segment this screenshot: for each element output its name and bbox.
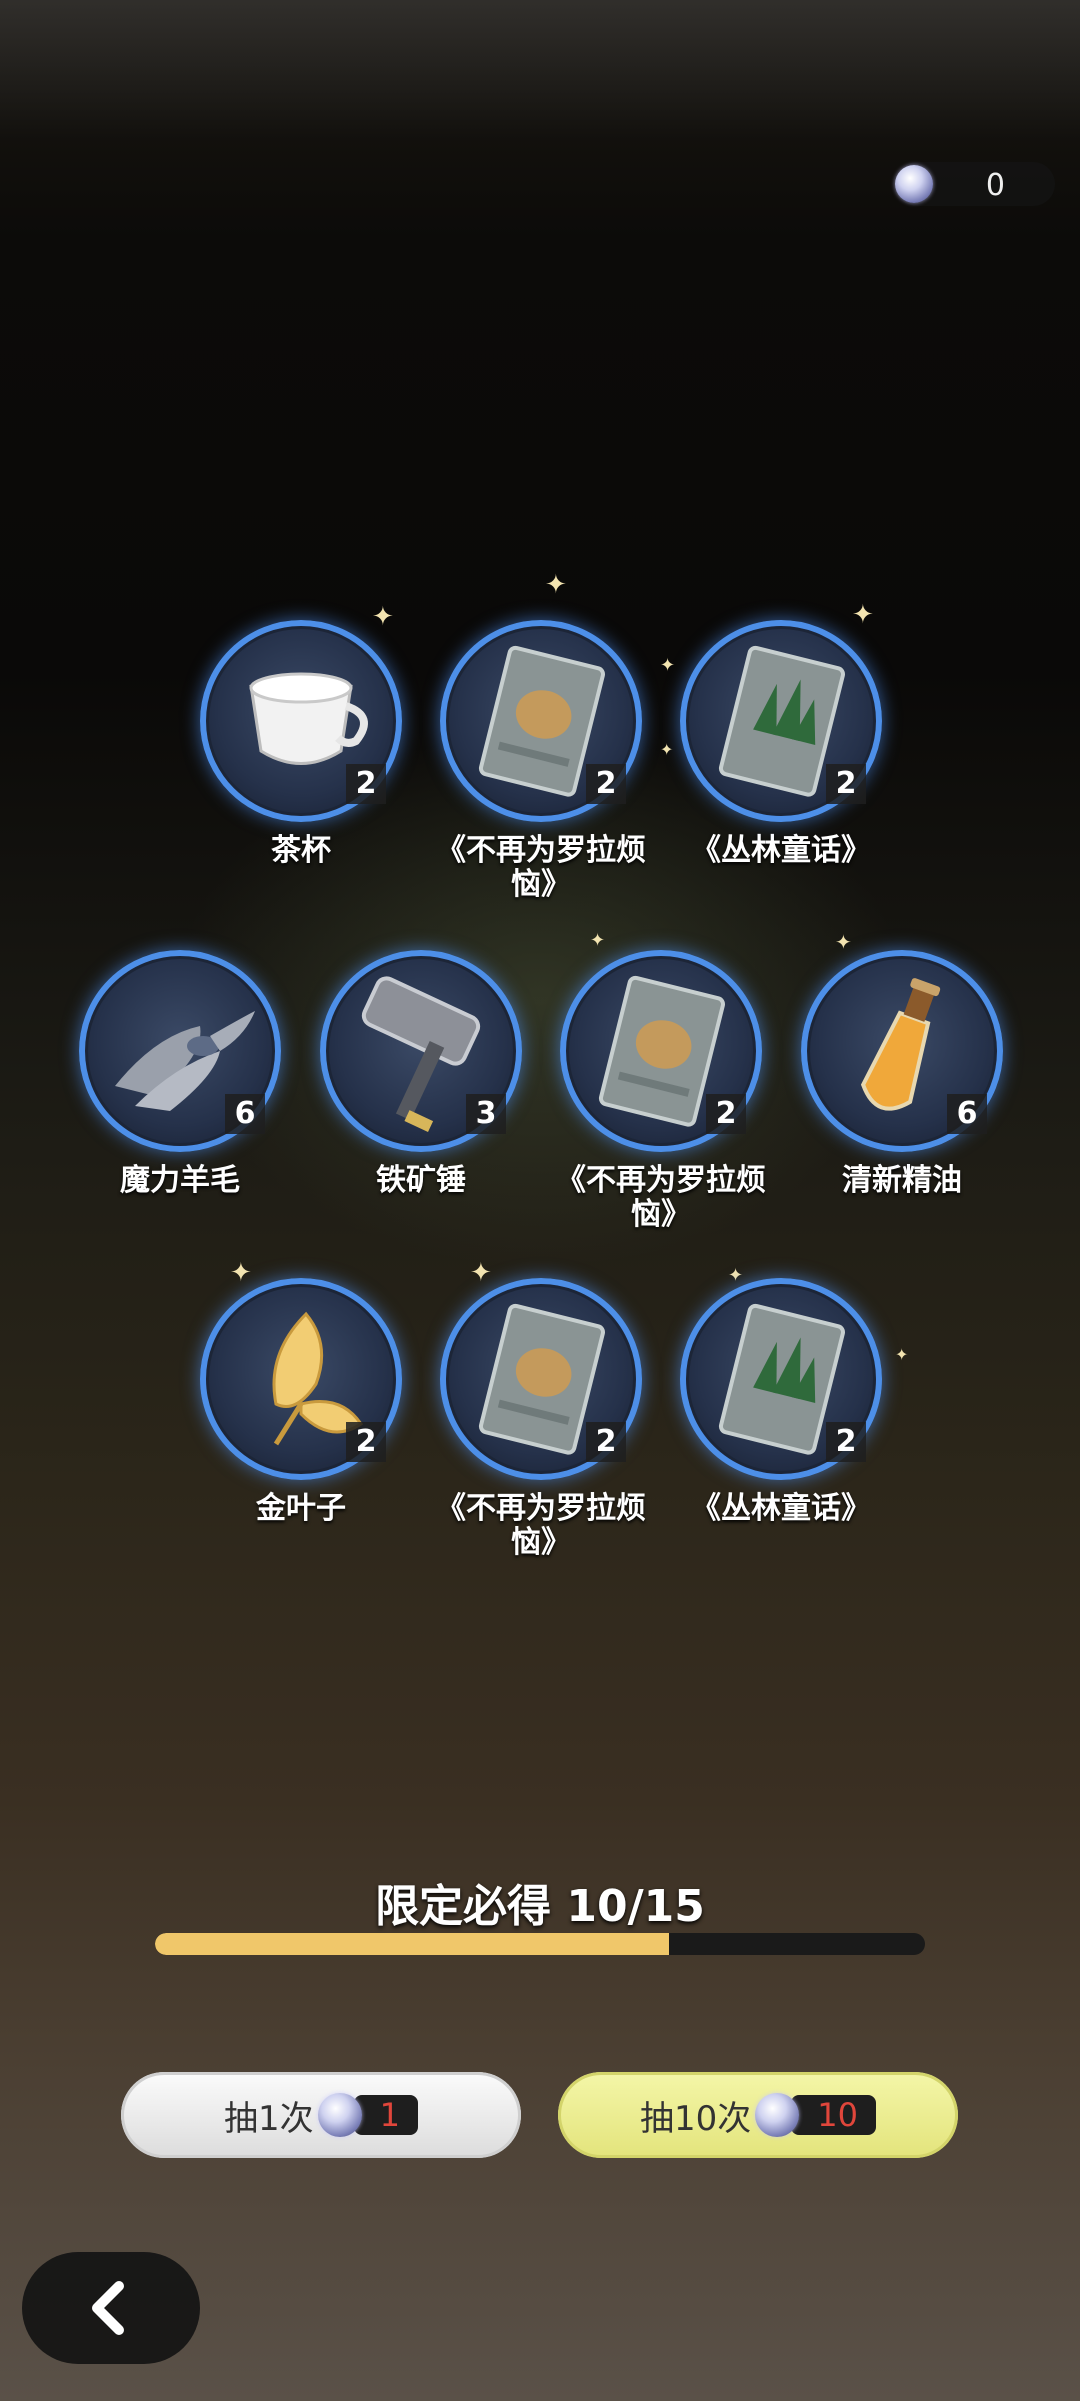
gem-icon <box>895 165 933 203</box>
gem-icon <box>317 2093 362 2137</box>
reward-icon-frame: 2 <box>200 620 402 822</box>
draw-ten-label: 抽10次 <box>640 2098 752 2139</box>
reward-item[interactable]: 2 《不再为罗拉烦恼》 <box>551 950 771 1232</box>
reward-name: 《丛林童话》 <box>691 1491 871 1526</box>
reward-item[interactable]: 6 魔力羊毛 <box>70 950 290 1198</box>
draw-once-label: 抽1次 <box>224 2098 314 2139</box>
pity-progress-fill <box>155 1933 669 1955</box>
reward-count: 2 <box>706 1094 746 1134</box>
reward-icon-frame: 2 <box>200 1278 402 1480</box>
reward-name: 铁矿锤 <box>376 1163 466 1198</box>
pity-label: 限定必得 10/15 <box>375 1881 705 1932</box>
back-button[interactable] <box>22 2252 200 2364</box>
reward-item[interactable]: 2 《不再为罗拉烦恼》 <box>431 1278 651 1560</box>
reward-item[interactable]: 2 《丛林童话》 <box>671 1278 891 1526</box>
reward-name: 《不再为罗拉烦恼》 <box>436 833 646 902</box>
currency-counter: 0 <box>895 162 1055 206</box>
top-fade <box>0 0 1080 140</box>
reward-count: 6 <box>225 1094 265 1134</box>
chevron-left-icon <box>92 2281 124 2335</box>
draw-once-button[interactable]: 抽1次 1 <box>121 2072 521 2158</box>
reward-icon-frame: 2 <box>680 1278 882 1480</box>
reward-count: 2 <box>586 1422 626 1462</box>
reward-icon-frame: 3 <box>320 950 522 1152</box>
reward-name: 《不再为罗拉烦恼》 <box>556 1163 766 1232</box>
sparkle-icon: ✦ <box>590 930 606 951</box>
reward-icon-frame: 2 <box>440 1278 642 1480</box>
reward-icon-frame: 2 <box>560 950 762 1152</box>
sparkle-icon: ✦ <box>895 1345 909 1364</box>
reward-icon-frame: 2 <box>680 620 882 822</box>
reward-name: 清新精油 <box>842 1163 962 1198</box>
reward-count: 3 <box>466 1094 506 1134</box>
currency-amount: 0 <box>985 168 1005 203</box>
reward-icon-frame: 2 <box>440 620 642 822</box>
reward-icon-frame: 6 <box>79 950 281 1152</box>
gem-icon <box>755 2093 800 2137</box>
reward-name: 《丛林童话》 <box>691 833 871 868</box>
draw-ten-button[interactable]: 抽10次 10 <box>558 2072 958 2158</box>
sparkle-icon: ✦ <box>545 570 567 600</box>
reward-item[interactable]: 3 铁矿锤 <box>311 950 531 1198</box>
reward-item[interactable]: 6 清新精油 <box>792 950 1012 1198</box>
draw-once-cost: 1 <box>353 2095 418 2135</box>
reward-name: 金叶子 <box>256 1491 346 1526</box>
reward-icon-frame: 6 <box>801 950 1003 1152</box>
reward-name: 《不再为罗拉烦恼》 <box>436 1491 646 1560</box>
draw-ten-cost: 10 <box>791 2095 876 2135</box>
reward-count: 2 <box>826 764 866 804</box>
reward-count: 6 <box>947 1094 987 1134</box>
reward-item[interactable]: 2 茶杯 <box>191 620 411 868</box>
pity-progress-bar <box>155 1933 925 1955</box>
reward-count: 2 <box>586 764 626 804</box>
reward-item[interactable]: 2 《丛林童话》 <box>671 620 891 868</box>
reward-name: 魔力羊毛 <box>120 1163 240 1198</box>
reward-item[interactable]: 2 《不再为罗拉烦恼》 <box>431 620 651 902</box>
reward-count: 2 <box>346 1422 386 1462</box>
reward-item[interactable]: 2 金叶子 <box>191 1278 411 1526</box>
reward-count: 2 <box>826 1422 866 1462</box>
reward-count: 2 <box>346 764 386 804</box>
reward-name: 茶杯 <box>271 833 331 868</box>
